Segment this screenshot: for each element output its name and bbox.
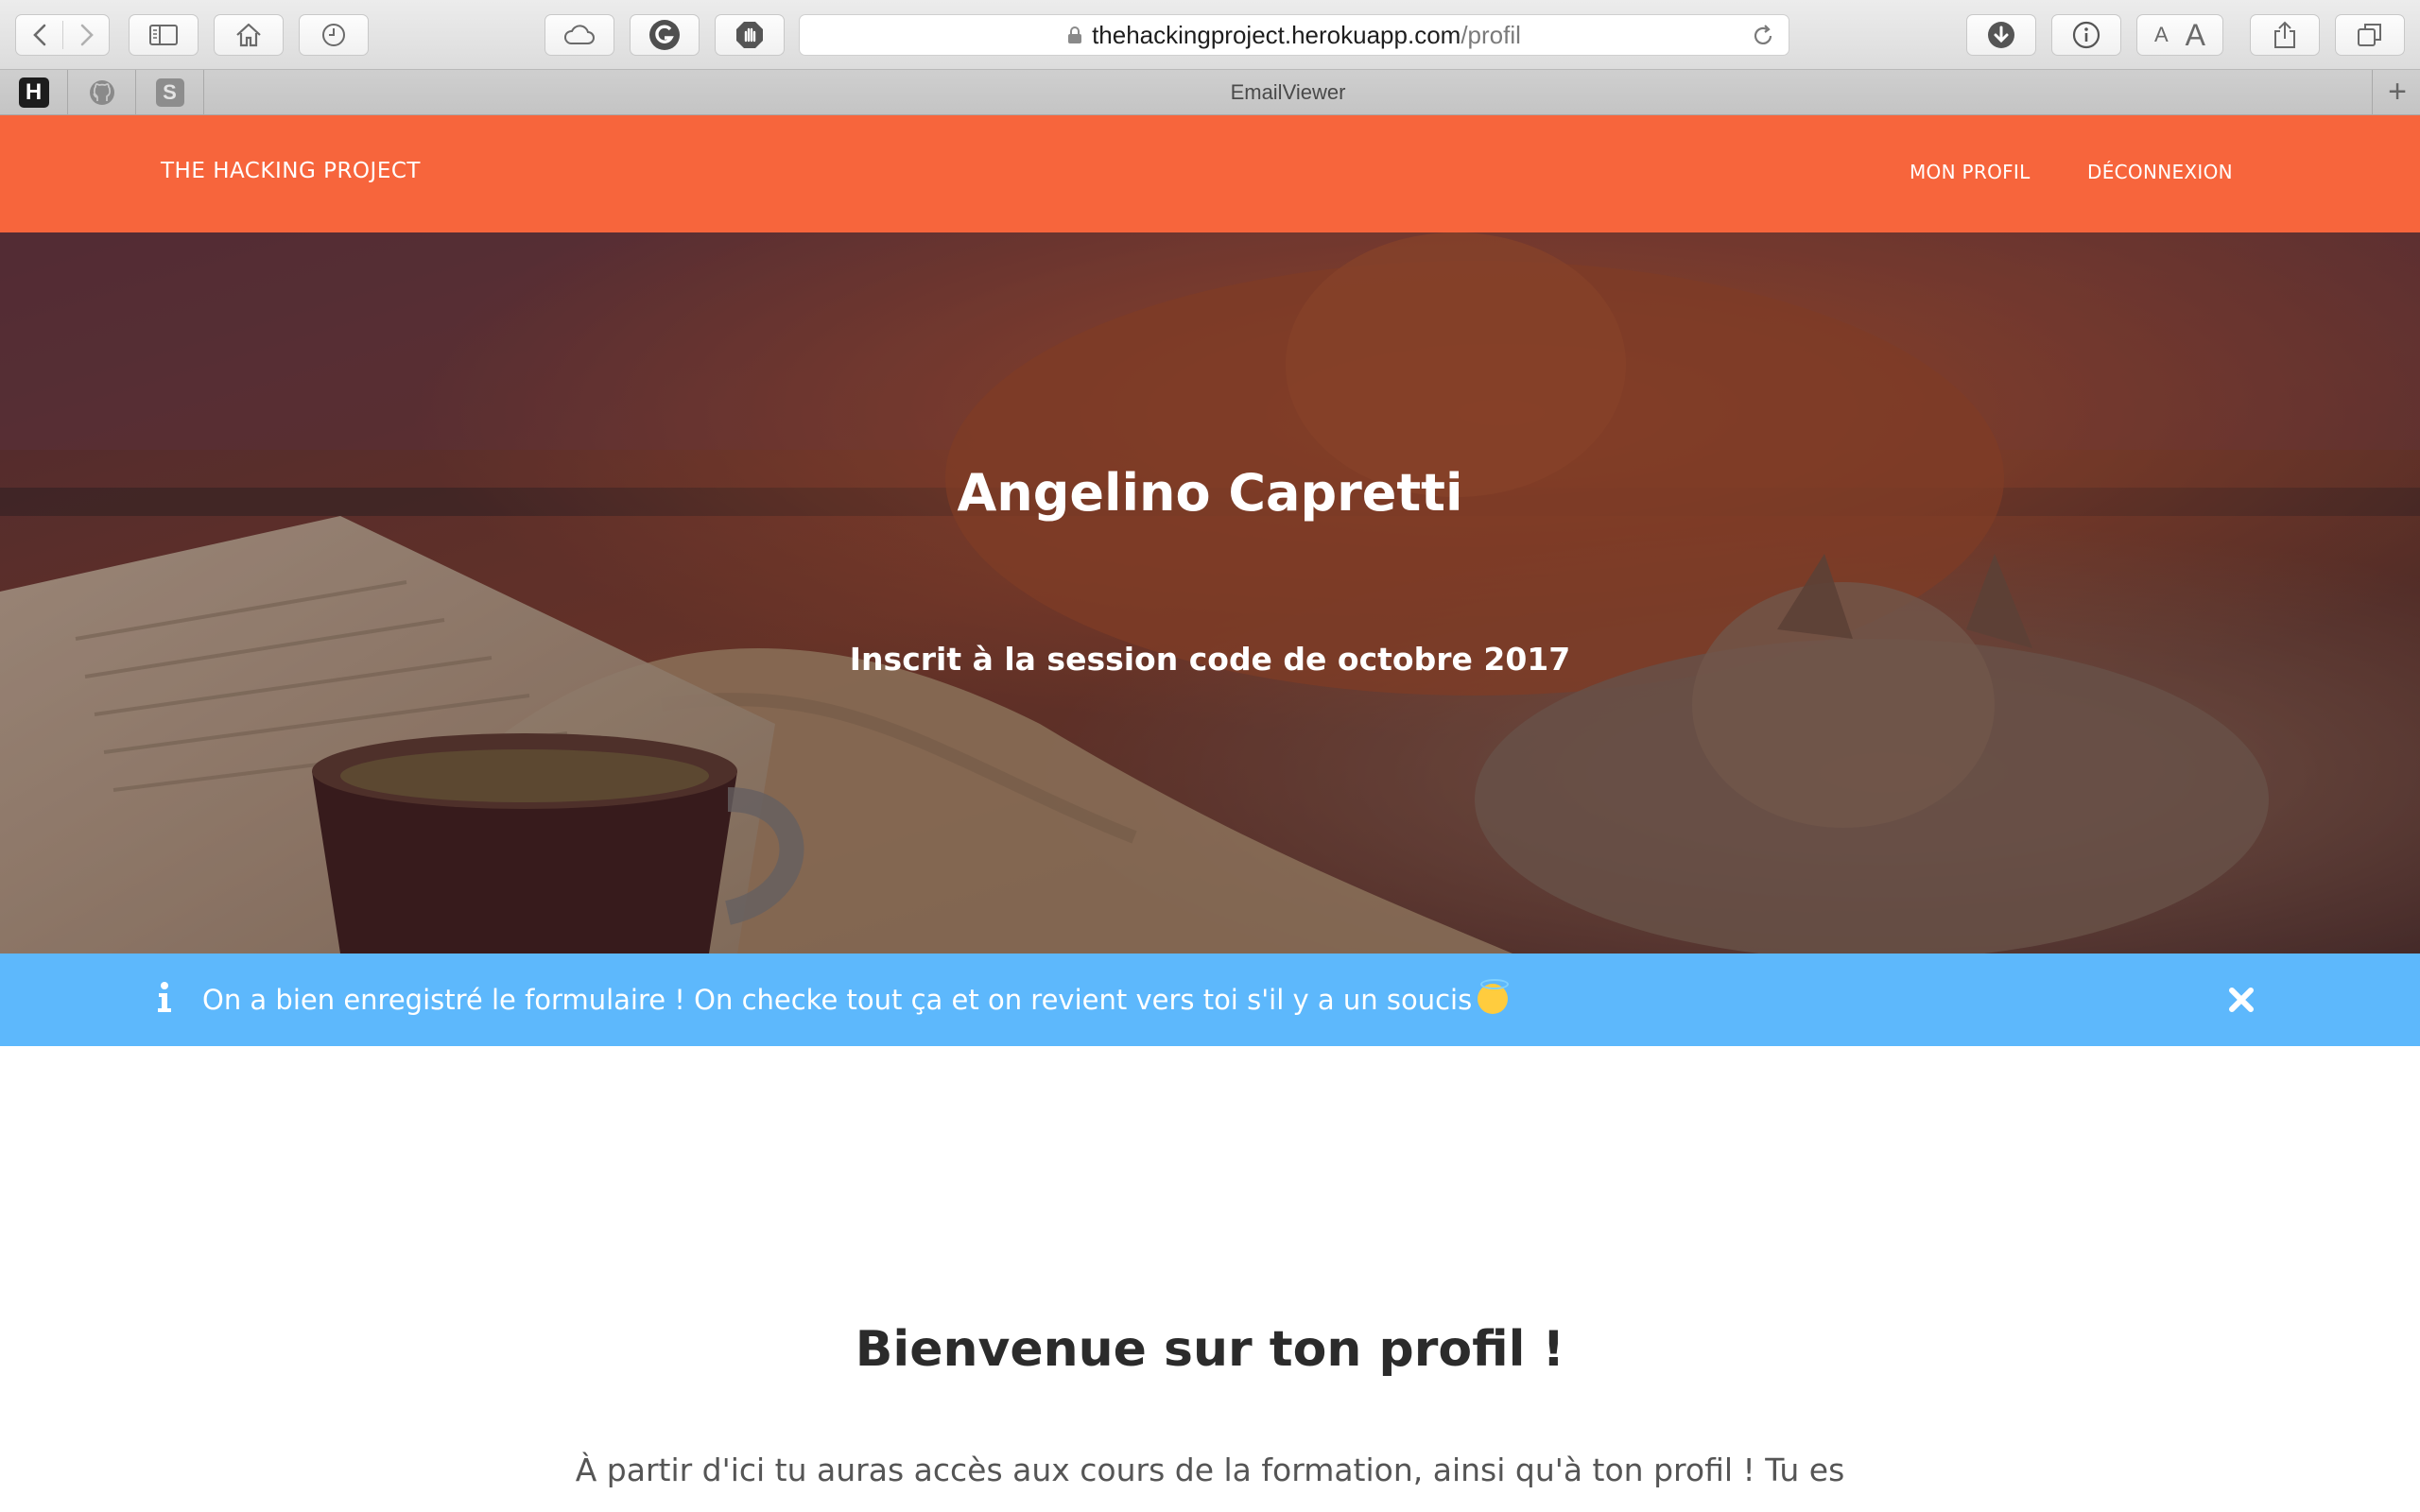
smiling-face-with-halo-icon [1478,979,1510,1014]
back-button[interactable] [16,15,63,55]
share-icon [2274,21,2295,48]
browser-toolbar: thehackingproject.herokuapp.com/profil A… [0,0,2420,70]
sidebar-icon [149,25,178,45]
pinned-tab-hacking-project[interactable]: H [0,70,68,114]
tabs-overview-icon [2358,24,2381,46]
pinned-tab-s[interactable]: S [136,70,204,114]
tab-emailviewer[interactable]: EmailViewer [204,70,2373,114]
github-icon [89,79,114,105]
chevron-right-icon [80,24,94,46]
share-button[interactable] [2250,14,2320,56]
sidebar-button[interactable] [129,14,199,56]
hacking-project-favicon: H [18,77,49,108]
adblock-extension-button[interactable] [715,14,785,56]
stop-hand-icon [736,22,763,48]
clock-icon [322,24,345,46]
history-button[interactable] [299,14,369,56]
chevron-left-icon [33,24,46,46]
downloads-button[interactable] [1966,14,2036,56]
s-favicon: S [155,77,184,107]
page-info-button[interactable] [2051,14,2121,56]
nav-link-mon-profil[interactable]: MON PROFIL [1910,161,2031,183]
tab-bar: H S EmailViewer + [0,70,2420,115]
show-all-tabs-button[interactable] [2335,14,2405,56]
site-navbar: THE HACKING PROJECT MON PROFIL DÉCONNEXI… [0,115,2420,232]
text-size-control[interactable]: A A [2136,14,2223,56]
home-button[interactable] [214,14,284,56]
lock-icon [1068,26,1082,43]
welcome-heading: Bienvenue sur ton profil ! [855,1321,1565,1378]
info-circle-icon [2072,21,2100,49]
home-icon [236,23,261,47]
profile-hero: Angelino Capretti Inscrit à la session c… [0,232,2420,954]
forward-button[interactable] [63,15,111,55]
download-icon [1988,22,2014,48]
grammarly-icon [649,20,680,50]
close-icon[interactable] [2227,986,2256,1014]
increase-text-size-button[interactable]: A [2186,18,2205,53]
alert-message-text: On a bien enregistré le formulaire ! On … [202,984,1473,1016]
intro-paragraph: À partir d'ici tu auras accès aux cours … [575,1452,1845,1488]
address-bar[interactable]: thehackingproject.herokuapp.com/profil [799,14,1789,56]
url-path: /profil [1461,20,1521,49]
hero-background-image [0,232,2420,954]
profile-name: Angelino Capretti [957,463,1463,523]
history-navigation [15,14,110,56]
reload-icon[interactable] [1751,24,1775,48]
alert-message: On a bien enregistré le formulaire ! On … [202,979,1510,1016]
pinned-tab-github[interactable] [68,70,136,114]
grammarly-extension-button[interactable] [630,14,700,56]
nav-link-deconnexion[interactable]: DÉCONNEXION [2087,161,2233,183]
cloud-icon [564,25,595,44]
new-tab-button[interactable]: + [2375,70,2420,114]
icloud-tabs-button[interactable] [544,14,614,56]
brand-link[interactable]: THE HACKING PROJECT [161,159,421,183]
info-icon [158,982,171,1012]
decrease-text-size-button[interactable]: A [2154,23,2169,47]
session-subtitle: Inscrit à la session code de octobre 201… [849,641,1571,678]
url-domain: thehackingproject.herokuapp.com [1092,20,1461,49]
info-alert: On a bien enregistré le formulaire ! On … [0,954,2420,1046]
